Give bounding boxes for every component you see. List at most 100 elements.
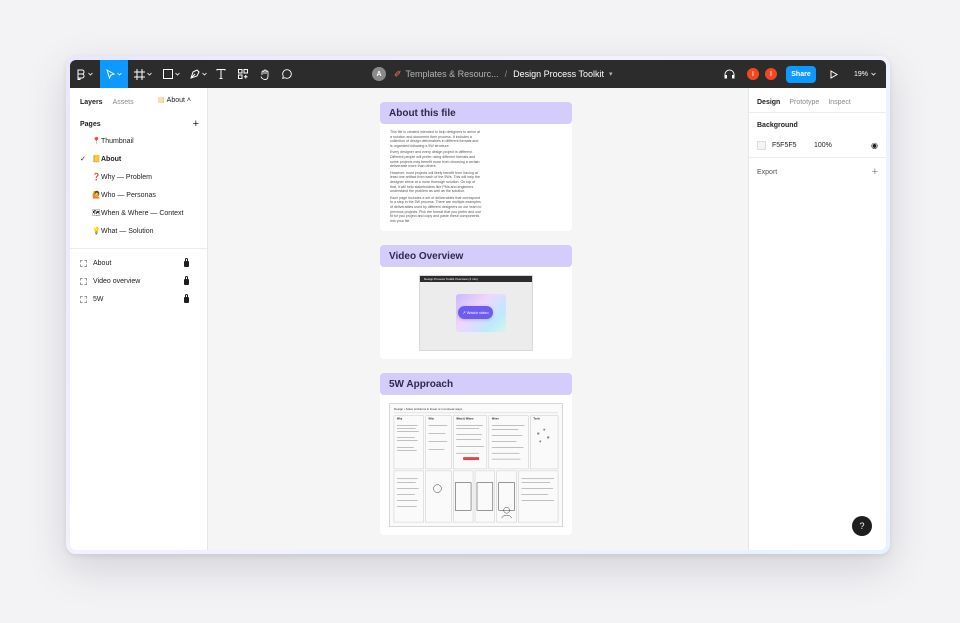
page-label: Why — Problem	[101, 173, 152, 181]
lightbulb-icon: 💡	[92, 228, 101, 235]
pin-icon: 📍	[92, 138, 101, 145]
zoom-level: 19%	[854, 70, 869, 78]
page-item-when-where[interactable]: 🗺 When & Where — Context	[80, 206, 199, 220]
about-frame[interactable]: About this file This file is created int…	[380, 102, 572, 231]
layer-label: 5W	[93, 295, 104, 303]
chevron-down-icon[interactable]: ▾	[609, 70, 613, 78]
divider	[70, 248, 207, 249]
diagram-column-label: Why	[397, 417, 403, 421]
lock-icon[interactable]	[184, 258, 189, 267]
left-panel-tabs: Layers Assets ▤ About ˄	[80, 96, 199, 108]
map-icon: 🗺	[92, 210, 101, 217]
layer-item[interactable]: 5W	[80, 292, 189, 306]
audio-call-button[interactable]	[718, 60, 740, 88]
canvas[interactable]: About this file This file is created int…	[208, 88, 748, 550]
chevron-down-icon	[871, 72, 876, 76]
main-menu-icon	[77, 69, 85, 80]
export-label: Export	[757, 168, 778, 176]
tab-assets[interactable]: Assets	[113, 99, 134, 106]
properties-panel: Design Prototype Inspect Background F5F5…	[748, 88, 886, 550]
page-label: Thumbnail	[101, 137, 134, 145]
pin-icon: ✐	[394, 68, 402, 79]
help-button[interactable]: ?	[852, 516, 872, 536]
resources-icon	[238, 69, 248, 79]
video-thumbnail[interactable]: Design Process Toolkit Overview (4 min) …	[419, 275, 533, 351]
divider	[749, 112, 886, 113]
page-switcher[interactable]: ▤ About ˄	[158, 96, 191, 104]
collaborator-avatar[interactable]: I	[764, 67, 778, 81]
5w-approach-frame[interactable]: 5W Approach Design • Solve problems in l…	[380, 373, 572, 535]
lock-icon[interactable]	[184, 276, 189, 285]
diagram-column-label: Tools	[533, 417, 540, 421]
layers-panel: Layers Assets ▤ About ˄ Pages + 📍 Thumbnai…	[70, 88, 208, 550]
person-icon: 🙋	[92, 192, 101, 199]
present-button[interactable]	[824, 60, 844, 88]
layer-item[interactable]: Video overview	[80, 274, 189, 288]
page-item-about[interactable]: ✓ 📒 About	[80, 152, 199, 166]
page-item-why[interactable]: ❓ Why — Problem	[80, 170, 199, 184]
card-title: Video Overview	[380, 245, 572, 267]
figma-editor: A ✐ Templates & Resourc... / Design Proc…	[70, 60, 886, 550]
page-label: Who — Personas	[101, 191, 156, 199]
collaborator-avatar[interactable]: I	[746, 67, 760, 81]
pen-tool-button[interactable]	[186, 60, 210, 88]
tab-design[interactable]: Design	[757, 99, 780, 106]
pen-tool-icon	[189, 69, 200, 79]
document-title[interactable]: Design Process Toolkit	[513, 69, 604, 79]
comment-tool-button[interactable]	[278, 60, 296, 88]
question-icon: ❓	[92, 174, 101, 181]
chevron-down-icon	[174, 72, 180, 76]
layer-label: Video overview	[93, 277, 141, 285]
app-window: A ✐ Templates & Resourc... / Design Proc…	[66, 56, 890, 554]
video-overview-frame[interactable]: Video Overview Design Process Toolkit Ov…	[380, 245, 572, 359]
page-item-thumbnail[interactable]: 📍 Thumbnail	[80, 134, 199, 148]
chevron-down-icon	[88, 72, 93, 76]
headphones-icon	[724, 69, 734, 79]
watch-video-button[interactable]: ↗ Watch video	[458, 306, 493, 319]
notebook-icon: ▤	[158, 97, 165, 104]
layer-item[interactable]: About	[80, 256, 189, 270]
page-item-who[interactable]: 🙋 Who — Personas	[80, 188, 199, 202]
avatar[interactable]: A	[372, 67, 386, 81]
color-swatch[interactable]	[757, 140, 766, 150]
play-icon	[830, 69, 838, 79]
tab-layers[interactable]: Layers	[80, 99, 103, 106]
project-link[interactable]: Templates & Resourc...	[406, 69, 499, 79]
page-item-what[interactable]: 💡 What — Solution	[80, 224, 199, 238]
checkmark-icon: ✓	[80, 156, 86, 163]
tab-prototype[interactable]: Prototype	[789, 99, 819, 106]
text-tool-icon	[216, 69, 226, 79]
toolbar: A ✐ Templates & Resourc... / Design Proc…	[70, 60, 886, 88]
chevron-up-icon: ˄	[186, 97, 191, 104]
hand-tool-icon	[260, 69, 269, 80]
add-page-icon[interactable]: +	[193, 118, 199, 130]
frame-tool-button[interactable]	[130, 60, 156, 88]
background-opacity-input[interactable]: 100%	[814, 142, 871, 149]
zoom-control[interactable]: 19%	[854, 60, 876, 88]
layer-label: About	[93, 259, 112, 267]
background-title: Background	[757, 122, 798, 129]
right-panel-tabs: Design Prototype Inspect	[757, 96, 860, 108]
shape-tool-button[interactable]	[158, 60, 184, 88]
card-title: About this file	[380, 102, 572, 124]
main-menu-button[interactable]	[70, 60, 100, 88]
page-label: What — Solution	[101, 227, 154, 235]
background-hex-input[interactable]: F5F5F5	[772, 142, 814, 149]
chevron-down-icon	[117, 72, 122, 76]
tab-inspect[interactable]: Inspect	[828, 99, 851, 106]
about-paragraph: Every designer and every design project …	[390, 150, 480, 169]
frame-tool-icon	[134, 68, 145, 80]
text-tool-button[interactable]	[212, 60, 230, 88]
eye-icon[interactable]: ◉	[871, 141, 878, 150]
comment-icon	[282, 69, 292, 79]
hand-tool-button[interactable]	[256, 60, 274, 88]
lock-icon[interactable]	[184, 294, 189, 303]
page-label: When & Where — Context	[101, 209, 184, 217]
diagram-caption: Design • Solve problems in linear or non…	[394, 407, 463, 411]
add-export-icon[interactable]: +	[872, 166, 878, 178]
move-tool-button[interactable]	[100, 60, 128, 88]
resources-button[interactable]	[234, 60, 252, 88]
5w-diagram: Design • Solve problems in linear or non…	[389, 403, 563, 527]
document-breadcrumb: A ✐ Templates & Resourc... / Design Proc…	[372, 60, 613, 88]
share-button[interactable]: Share	[786, 66, 816, 83]
